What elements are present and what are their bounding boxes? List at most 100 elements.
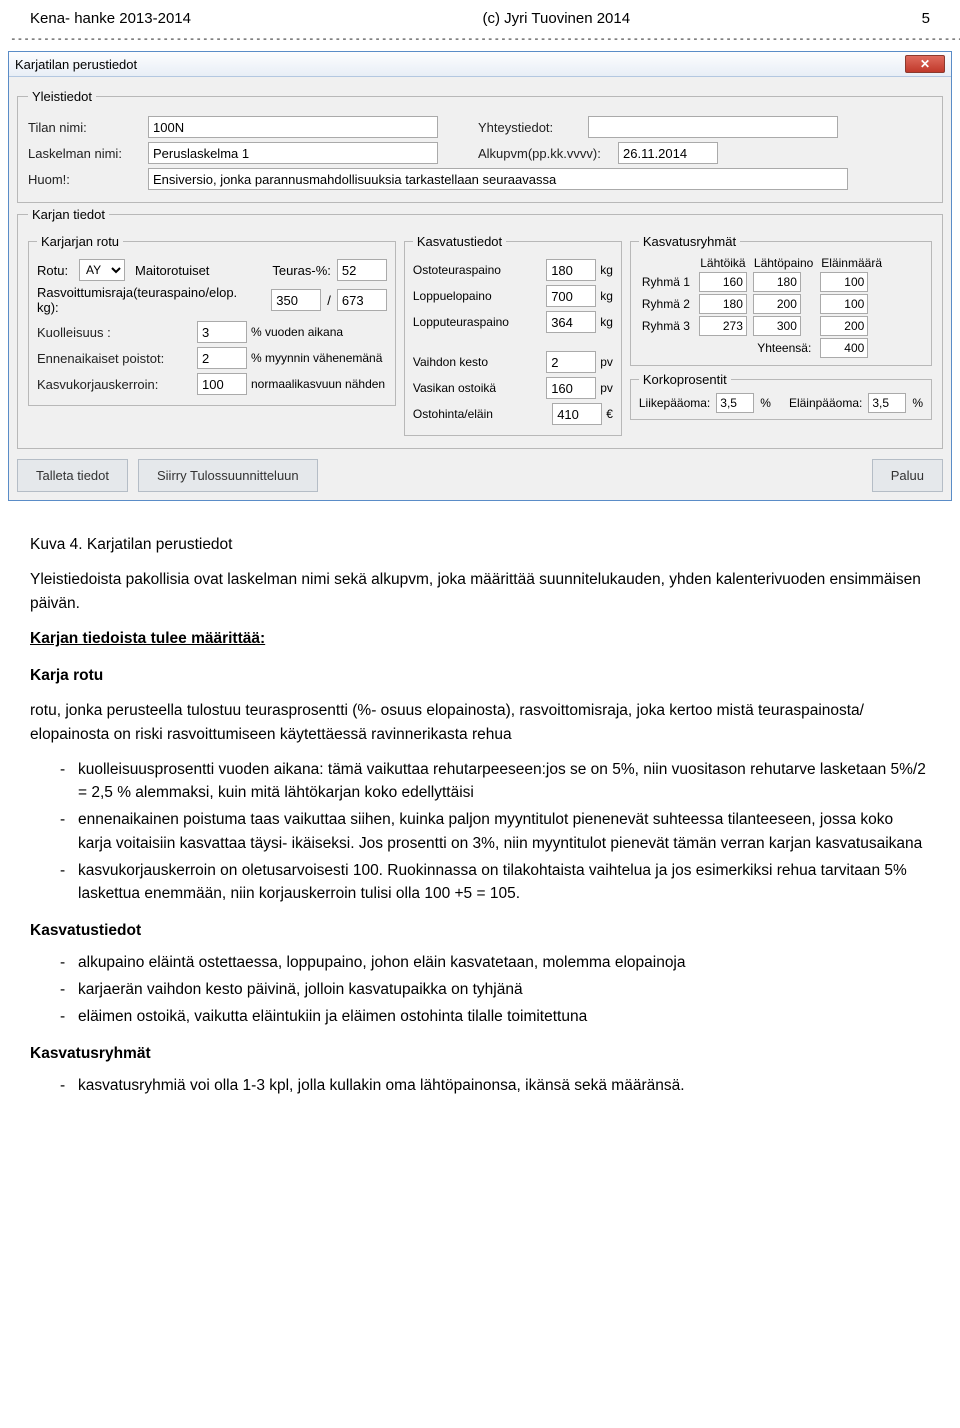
- ostohinta-input[interactable]: [552, 403, 602, 425]
- window-title: Karjatilan perustiedot: [15, 57, 137, 72]
- list-item: kuolleisuusprosentti vuoden aikana: tämä…: [60, 758, 930, 805]
- elainpaoma-label: Eläinpääoma:: [789, 396, 862, 410]
- ryhma2-a[interactable]: [699, 294, 747, 314]
- table-row: Yhteensä:: [639, 337, 886, 359]
- divider: ----------------------------------------…: [0, 32, 960, 46]
- col-lahtopaino: Lähtöpaino: [750, 255, 817, 271]
- kasvatustiedot-fieldset: Kasvatustiedot Ostoteuraspaino kg Loppue…: [404, 234, 622, 436]
- teuraspct-input[interactable]: [337, 259, 387, 281]
- teuraspct-label: Teuras-%:: [272, 263, 331, 278]
- alkupvm-input[interactable]: [618, 142, 718, 164]
- kasvatusryhmat-fieldset: Kasvatusryhmät Lähtöikä Lähtöpaino Eläin…: [630, 234, 932, 366]
- vaihdon-kesto-input[interactable]: [546, 351, 596, 373]
- huom-input[interactable]: [148, 168, 848, 190]
- close-icon: ✕: [920, 57, 930, 71]
- bullet-list-3: kasvatusryhmiä voi olla 1-3 kpl, jolla k…: [30, 1074, 930, 1097]
- kasvuk-input[interactable]: [197, 373, 247, 395]
- kuolleisuus-input[interactable]: [197, 321, 247, 343]
- alkupvm-label: Alkupvm(pp.kk.vvvv):: [478, 146, 618, 161]
- vaihdon-kesto-label: Vaihdon kesto: [413, 355, 546, 369]
- kg-unit-3: kg: [600, 315, 613, 329]
- rotu-select[interactable]: AY: [79, 259, 125, 281]
- ryhma1-b[interactable]: [753, 272, 801, 292]
- laskelman-nimi-label: Laskelman nimi:: [28, 146, 148, 161]
- yhteensa-input[interactable]: [820, 338, 868, 358]
- kasvatusryhmat-table: Lähtöikä Lähtöpaino Eläinmäärä Ryhmä 1: [639, 255, 886, 359]
- table-row: Ryhmä 2: [639, 293, 886, 315]
- ostoteuraspaino-input[interactable]: [546, 259, 596, 281]
- kuolleisuus-unit: % vuoden aikana: [251, 325, 343, 339]
- list-item: kasvatusryhmiä voi olla 1-3 kpl, jolla k…: [60, 1074, 930, 1097]
- karjan-tiedot-legend: Karjan tiedot: [28, 207, 109, 222]
- header-left: Kena- hanke 2013-2014: [30, 10, 191, 27]
- subheading-kasvatustiedot: Kasvatustiedot: [30, 919, 930, 942]
- liikepaoma-label: Liikepääoma:: [639, 396, 710, 410]
- subheading-kasvatusryhmat: Kasvatusryhmät: [30, 1042, 930, 1065]
- kasvuk-label: Kasvukorjauskerroin:: [37, 377, 197, 392]
- karjan-tiedot-fieldset: Karjan tiedot Karjarjan rotu Rotu: AY Ma…: [17, 207, 943, 449]
- ryhma3-a[interactable]: [699, 316, 747, 336]
- yhteystiedot-label: Yhteystiedot:: [478, 120, 588, 135]
- bullet-list-1: kuolleisuusprosentti vuoden aikana: tämä…: [30, 758, 930, 906]
- tilan-nimi-label: Tilan nimi:: [28, 120, 148, 135]
- vasikan-ostoika-input[interactable]: [546, 377, 596, 399]
- subheading-karja-rotu: Karja rotu: [30, 664, 930, 687]
- list-item: karjaerän vaihdon kesto päivinä, jolloin…: [60, 978, 930, 1001]
- list-item: eläimen ostoikä, vaikutta eläintukiin ja…: [60, 1005, 930, 1028]
- rasvoitt-label: Rasvoittumisraja(teuraspaino/elop. kg):: [37, 285, 261, 315]
- yhteystiedot-input[interactable]: [588, 116, 838, 138]
- kasvatusryhmat-legend: Kasvatusryhmät: [639, 234, 740, 249]
- kasvatustiedot-legend: Kasvatustiedot: [413, 234, 506, 249]
- siirry-button[interactable]: Siirry Tulossuunnitteluun: [138, 459, 318, 492]
- page-header: Kena- hanke 2013-2014 (c) Jyri Tuovinen …: [0, 0, 960, 32]
- vasikan-ostoika-label: Vasikan ostoikä: [413, 381, 546, 395]
- ryhma3-c[interactable]: [820, 316, 868, 336]
- ryhma1-c[interactable]: [820, 272, 868, 292]
- pv-unit-1: pv: [600, 355, 613, 369]
- ryhma3-b[interactable]: [753, 316, 801, 336]
- rotu-label: Rotu:: [37, 263, 79, 278]
- loppuelopaino-input[interactable]: [546, 285, 596, 307]
- ryhma2-c[interactable]: [820, 294, 868, 314]
- paluu-button[interactable]: Paluu: [872, 459, 943, 492]
- rasvoitt-b-input[interactable]: [337, 289, 387, 311]
- table-row: Ryhmä 1: [639, 271, 886, 293]
- body-text: Kuva 4. Karjatilan perustiedot Yleistied…: [0, 506, 960, 1116]
- enn-input[interactable]: [197, 347, 247, 369]
- table-row: Ryhmä 3: [639, 315, 886, 337]
- rotu-desc: Maitorotuiset: [135, 263, 209, 278]
- list-item: alkupaino eläintä ostettaessa, loppupain…: [60, 951, 930, 974]
- karjarjan-rotu-legend: Karjarjan rotu: [37, 234, 123, 249]
- tilan-nimi-input[interactable]: [148, 116, 438, 138]
- lopputeuraspaino-label: Lopputeuraspaino: [413, 315, 546, 329]
- yleistiedot-fieldset: Yleistiedot Tilan nimi: Yhteystiedot: La…: [17, 89, 943, 203]
- titlebar: Karjatilan perustiedot ✕: [9, 52, 951, 77]
- app-window: Karjatilan perustiedot ✕ Yleistiedot Til…: [8, 51, 952, 501]
- list-item: ennenaikainen poistuma taas vaikuttaa si…: [60, 808, 930, 855]
- section-heading: Karjan tiedoista tulee määrittää:: [30, 630, 265, 647]
- header-center: (c) Jyri Tuovinen 2014: [483, 10, 631, 27]
- kasvuk-unit: normaalikasvuun nähden: [251, 377, 385, 391]
- kg-unit-2: kg: [600, 289, 613, 303]
- liikepaoma-input[interactable]: [716, 393, 754, 413]
- pv-unit-2: pv: [600, 381, 613, 395]
- rasvoitt-a-input[interactable]: [271, 289, 321, 311]
- page-number: 5: [922, 10, 930, 27]
- close-button[interactable]: ✕: [905, 55, 945, 73]
- col-elainmaara: Eläinmäärä: [817, 255, 886, 271]
- elainpaoma-input[interactable]: [868, 393, 906, 413]
- loppuelopaino-label: Loppuelopaino: [413, 289, 546, 303]
- talleta-button[interactable]: Talleta tiedot: [17, 459, 128, 492]
- bullet-list-2: alkupaino eläintä ostettaessa, loppupain…: [30, 951, 930, 1029]
- ryhma1-a[interactable]: [699, 272, 747, 292]
- lopputeuraspaino-input[interactable]: [546, 311, 596, 333]
- ryhma2-b[interactable]: [753, 294, 801, 314]
- col-lahtoika: Lähtöikä: [696, 255, 750, 271]
- enn-label: Ennenaikaiset poistot:: [37, 351, 197, 366]
- kuolleisuus-label: Kuolleisuus :: [37, 325, 197, 340]
- korkoprosentit-fieldset: Korkoprosentit Liikepääoma: % Eläinpääom…: [630, 372, 932, 420]
- ostohinta-label: Ostohinta/eläin: [413, 407, 552, 421]
- korkoprosentit-legend: Korkoprosentit: [639, 372, 731, 387]
- laskelman-nimi-input[interactable]: [148, 142, 438, 164]
- kg-unit-1: kg: [600, 263, 613, 277]
